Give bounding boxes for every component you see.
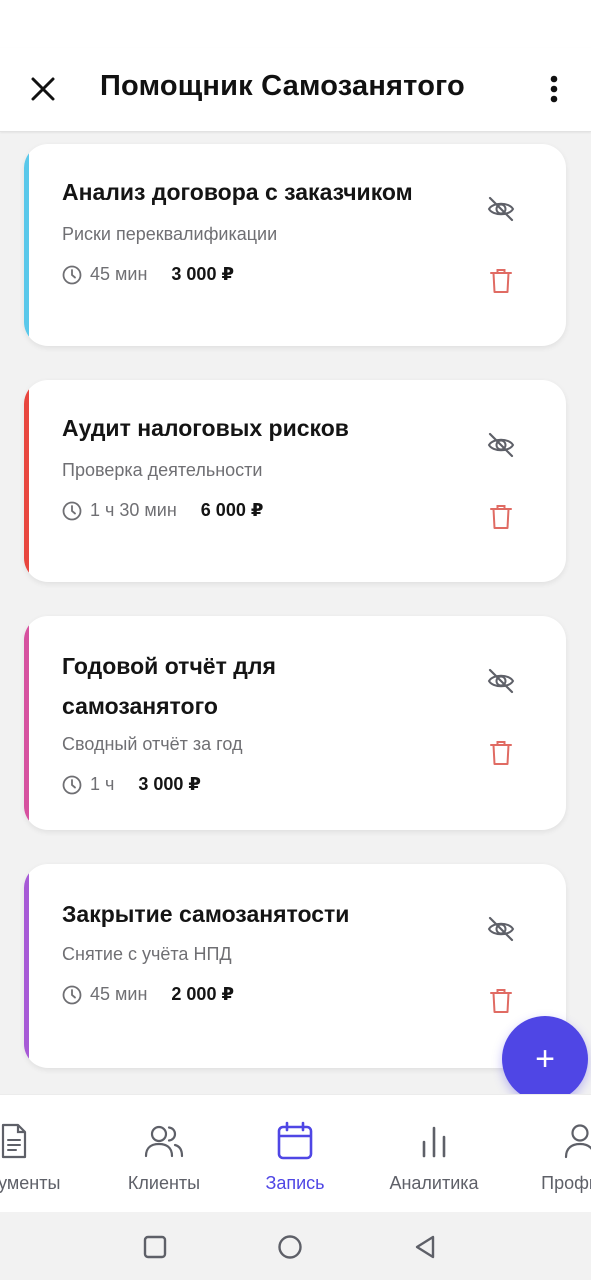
service-duration: 45 мин bbox=[90, 264, 148, 284]
user-icon bbox=[564, 1124, 591, 1159]
clock-icon bbox=[62, 775, 82, 795]
service-title: Закрытие самозанятости bbox=[62, 901, 350, 927]
services-list: Анализ договора с заказчиком Риски перек… bbox=[0, 132, 591, 1094]
users-icon bbox=[144, 1125, 184, 1158]
nav-label: Аналитика bbox=[389, 1173, 479, 1193]
service-meta: 45 мин 2 000 ₽ bbox=[62, 984, 234, 1005]
service-title: Годовой отчёт для самозанятого bbox=[62, 653, 276, 719]
service-subtitle: Снятие с учёта НПД bbox=[62, 944, 232, 964]
service-subtitle: Сводный отчёт за год bbox=[62, 734, 243, 754]
service-price: 6 000 ₽ bbox=[200, 500, 264, 520]
clock-icon bbox=[62, 265, 82, 285]
card-color-stripe bbox=[24, 616, 29, 830]
nav-item-clients[interactable]: Клиенты bbox=[94, 1119, 234, 1194]
hide-button[interactable] bbox=[484, 664, 518, 698]
plus-icon: + bbox=[535, 1040, 555, 1078]
hide-button[interactable] bbox=[484, 192, 518, 226]
clock-icon bbox=[62, 501, 82, 521]
service-duration: 1 ч bbox=[90, 774, 115, 794]
home-button[interactable] bbox=[275, 1232, 305, 1262]
nav-item-profile[interactable]: Профиль bbox=[510, 1119, 591, 1194]
eye-off-icon bbox=[487, 916, 515, 942]
service-subtitle: Проверка деятельности bbox=[62, 460, 263, 480]
add-service-button[interactable]: + bbox=[502, 1016, 588, 1102]
circle-icon bbox=[278, 1235, 302, 1259]
nav-label: Запись bbox=[265, 1173, 325, 1193]
more-vertical-icon bbox=[550, 75, 558, 103]
service-card[interactable]: Аудит налоговых рисков Проверка деятельн… bbox=[24, 380, 566, 582]
nav-item-analytics[interactable]: Аналитика bbox=[364, 1119, 504, 1194]
service-subtitle: Риски переквалификации bbox=[62, 224, 278, 244]
service-card[interactable]: Анализ договора с заказчиком Риски перек… bbox=[24, 144, 566, 346]
close-icon bbox=[31, 77, 55, 101]
trash-icon bbox=[490, 269, 512, 293]
delete-button[interactable] bbox=[486, 984, 516, 1018]
back-button[interactable] bbox=[410, 1232, 440, 1262]
nav-label: Профиль bbox=[541, 1173, 591, 1193]
square-icon bbox=[143, 1235, 167, 1259]
service-card[interactable]: Закрытие самозанятости Снятие с учёта НП… bbox=[24, 864, 566, 1068]
eye-off-icon bbox=[487, 432, 515, 458]
service-card[interactable]: Годовой отчёт для самозанятого Сводный о… bbox=[24, 616, 566, 830]
trash-icon bbox=[490, 989, 512, 1013]
service-duration: 1 ч 30 мин bbox=[90, 500, 177, 520]
service-meta: 45 мин 3 000 ₽ bbox=[62, 264, 234, 285]
delete-button[interactable] bbox=[486, 500, 516, 534]
recent-apps-button[interactable] bbox=[140, 1232, 170, 1262]
status-bar bbox=[0, 0, 591, 48]
app-bar: Помощник Самозанятого bbox=[0, 48, 591, 132]
service-meta: 1 ч 3 000 ₽ bbox=[62, 774, 201, 795]
document-icon bbox=[1, 1123, 27, 1159]
eye-off-icon bbox=[487, 196, 515, 222]
eye-off-icon bbox=[487, 668, 515, 694]
back-triangle-icon bbox=[415, 1235, 435, 1259]
nav-label: Документы bbox=[0, 1173, 61, 1193]
system-navigation-bar bbox=[0, 1212, 591, 1280]
more-menu-button[interactable] bbox=[536, 68, 572, 110]
nav-item-documents[interactable]: Документы bbox=[0, 1119, 84, 1194]
trash-icon bbox=[490, 505, 512, 529]
service-price: 2 000 ₽ bbox=[171, 984, 234, 1004]
trash-icon bbox=[490, 741, 512, 765]
card-color-stripe bbox=[24, 864, 29, 1068]
service-title: Анализ договора с заказчиком bbox=[62, 179, 413, 205]
service-meta: 1 ч 30 мин 6 000 ₽ bbox=[62, 500, 263, 521]
service-duration: 45 мин bbox=[90, 984, 148, 1004]
card-color-stripe bbox=[24, 380, 29, 582]
close-button[interactable] bbox=[22, 68, 64, 110]
bottom-navigation: Документы Клиенты Запись Аналитика Профи… bbox=[0, 1094, 591, 1212]
delete-button[interactable] bbox=[486, 264, 516, 298]
bar-chart-icon bbox=[422, 1126, 446, 1158]
calendar-icon bbox=[277, 1121, 313, 1160]
nav-item-booking[interactable]: Запись bbox=[225, 1119, 365, 1194]
service-price: 3 000 ₽ bbox=[138, 774, 201, 794]
card-color-stripe bbox=[24, 144, 29, 346]
hide-button[interactable] bbox=[484, 912, 518, 946]
service-title: Аудит налоговых рисков bbox=[62, 415, 349, 441]
delete-button[interactable] bbox=[486, 736, 516, 770]
service-price: 3 000 ₽ bbox=[171, 264, 234, 284]
nav-label: Клиенты bbox=[127, 1173, 201, 1193]
page-title: Помощник Самозанятого bbox=[100, 70, 465, 102]
hide-button[interactable] bbox=[484, 428, 518, 462]
clock-icon bbox=[62, 985, 82, 1005]
